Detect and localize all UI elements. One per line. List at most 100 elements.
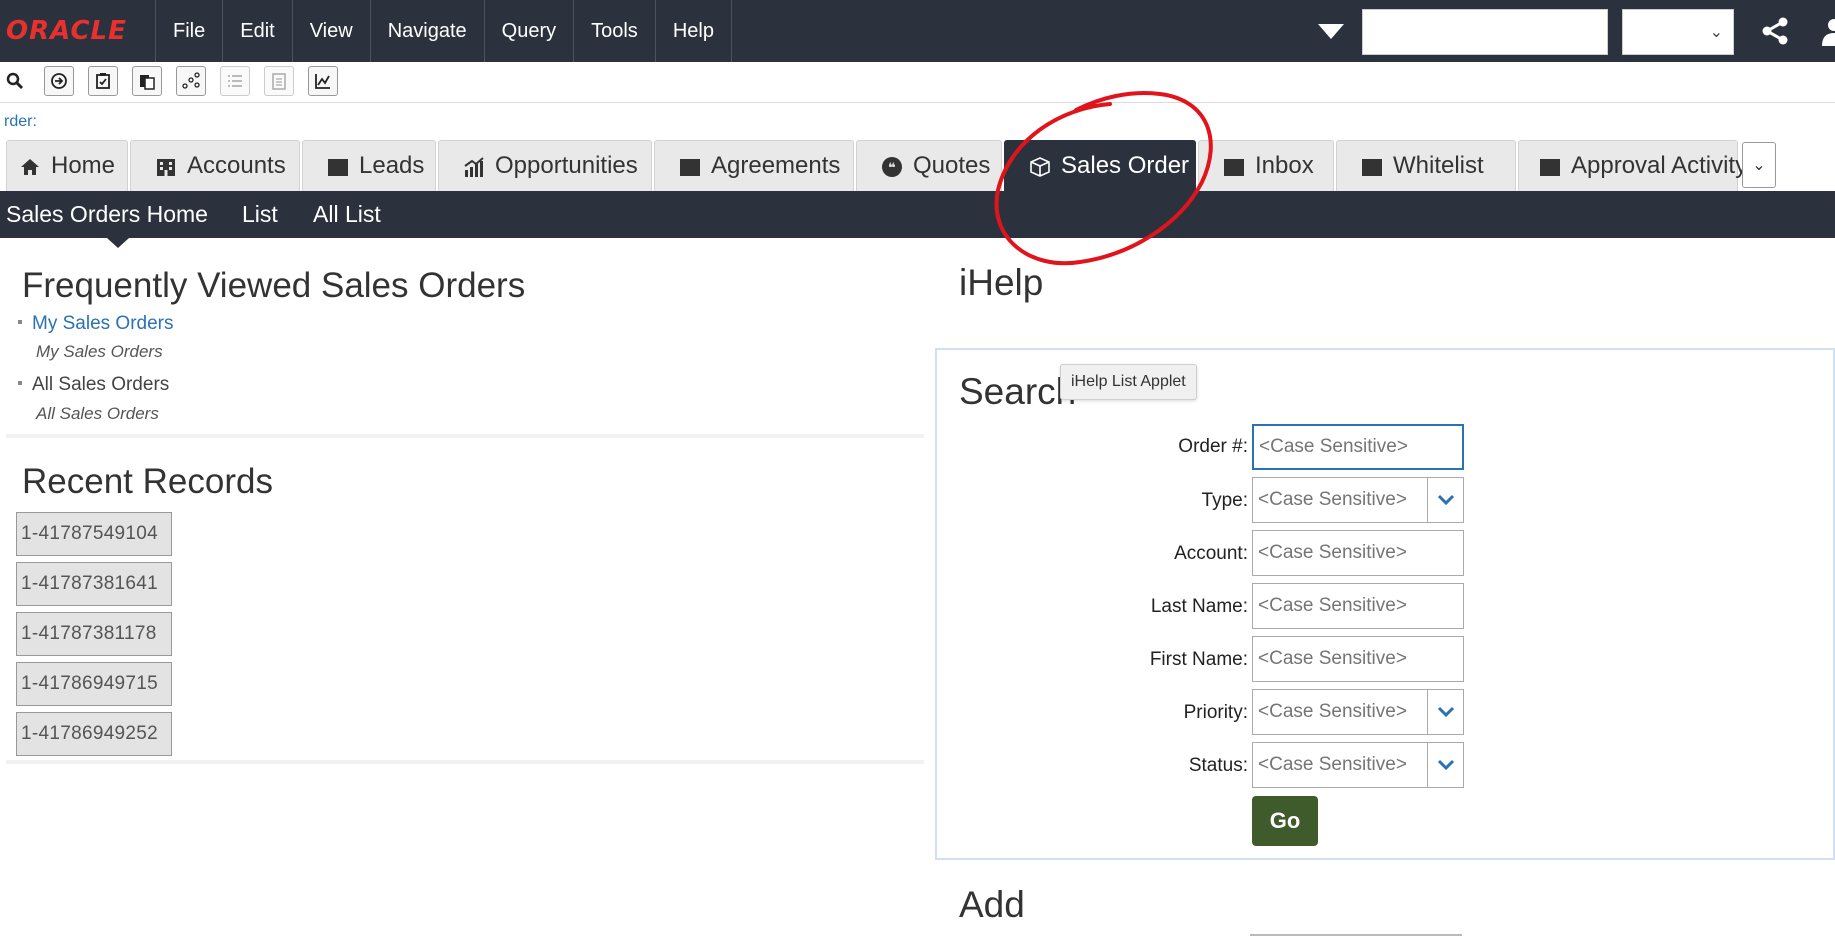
bullet-icon <box>18 380 22 385</box>
chevron-down-icon: ⌄ <box>1709 24 1723 41</box>
home-icon <box>19 156 41 176</box>
more-tabs-button[interactable]: ⌄ <box>1742 142 1776 188</box>
ihelp-title: iHelp <box>959 262 1044 303</box>
priority-input[interactable] <box>1252 689 1428 735</box>
tab-whitelist[interactable]: Whitelist <box>1336 140 1516 191</box>
type-dropdown-button[interactable] <box>1428 477 1464 523</box>
clipboard-icon <box>140 75 155 90</box>
quotes-icon: ❝ <box>881 156 903 177</box>
user-icon[interactable] <box>1822 16 1835 46</box>
fv-item-description: My Sales Orders <box>36 342 163 361</box>
recent-records-panel: Recent Records 1-41787549104 1-417873816… <box>6 442 924 764</box>
tab-inbox[interactable]: Inbox <box>1198 140 1334 191</box>
search-icon <box>6 72 24 90</box>
leads-icon <box>327 156 349 176</box>
tab-opportunities[interactable]: Opportunities <box>438 140 652 191</box>
toolbar-search-button[interactable] <box>0 66 30 96</box>
recent-record-button[interactable]: 1-41786949252 <box>16 712 172 756</box>
tab-quotes[interactable]: ❝ Quotes <box>856 140 1002 191</box>
agreements-icon <box>679 156 701 176</box>
dropdown-triangle-icon[interactable] <box>1318 24 1344 39</box>
tab-accounts[interactable]: Accounts <box>130 140 300 191</box>
breadcrumb[interactable]: rder: <box>4 113 37 131</box>
status-label: Status: <box>1188 755 1248 776</box>
menu-help[interactable]: Help <box>656 0 732 62</box>
recent-record-button[interactable]: 1-41786949715 <box>16 662 172 706</box>
toolbar-list-button[interactable] <box>220 66 250 96</box>
fv-item-description: All Sales Orders <box>36 404 159 423</box>
first-name-label: First Name: <box>1149 649 1248 670</box>
chevron-down-icon <box>1437 706 1454 718</box>
account-input[interactable] <box>1252 530 1464 576</box>
search-title: Search <box>959 371 1077 412</box>
menu-query[interactable]: Query <box>485 0 575 62</box>
menu-navigate[interactable]: Navigate <box>371 0 485 62</box>
tab-label: Accounts <box>187 152 286 179</box>
order-number-label: Order #: <box>1178 436 1248 457</box>
order-number-input[interactable] <box>1252 424 1464 470</box>
fv-item-label[interactable]: All Sales Orders <box>32 374 169 395</box>
toolbar-connections-button[interactable] <box>176 66 206 96</box>
search-scope-select[interactable]: ⌄ <box>1622 9 1734 55</box>
chevron-down-icon <box>1437 759 1454 771</box>
global-search-input[interactable] <box>1362 9 1608 55</box>
recent-record-button[interactable]: 1-41787381641 <box>16 562 172 606</box>
chart-icon <box>315 74 330 89</box>
sales-order-icon <box>1029 156 1051 177</box>
tab-label: Opportunities <box>495 152 638 179</box>
first-name-input[interactable] <box>1252 636 1464 682</box>
go-icon <box>51 73 67 89</box>
view-sales-orders-home[interactable]: Sales Orders Home <box>6 191 208 238</box>
toolbar-clipboard-button[interactable] <box>132 66 162 96</box>
tab-label: Agreements <box>711 152 841 179</box>
whitelist-icon <box>1361 156 1383 176</box>
tab-sales-order[interactable]: Sales Order <box>1004 140 1196 191</box>
share-icon[interactable] <box>1760 16 1790 46</box>
view-list[interactable]: List <box>242 191 278 238</box>
tab-leads[interactable]: Leads <box>302 140 436 191</box>
task-icon <box>96 73 110 89</box>
menu-view[interactable]: View <box>293 0 371 62</box>
oracle-logo: ORACLE <box>0 0 156 62</box>
bullet-icon <box>18 319 22 324</box>
list-item[interactable]: All Sales Orders <box>18 374 169 396</box>
tab-label: Sales Order <box>1061 152 1190 179</box>
toolbar-task-button[interactable] <box>88 66 118 96</box>
menu-file[interactable]: File <box>156 0 224 62</box>
document-icon <box>272 73 286 90</box>
status-input[interactable] <box>1252 742 1428 788</box>
recent-records-title: Recent Records <box>22 462 273 501</box>
list-icon <box>228 75 242 87</box>
fv-item-label[interactable]: My Sales Orders <box>32 313 173 334</box>
account-label: Account: <box>1174 543 1248 564</box>
approval-icon <box>1539 156 1561 176</box>
toolbar-go-button[interactable] <box>44 66 74 96</box>
toolbar-document-button[interactable] <box>264 66 294 96</box>
tab-agreements[interactable]: Agreements <box>654 140 854 191</box>
go-button[interactable]: Go <box>1252 796 1318 846</box>
tab-label: Quotes <box>913 152 991 179</box>
application-toolbar <box>0 62 1835 103</box>
menu-tools[interactable]: Tools <box>574 0 656 62</box>
recent-record-button[interactable]: 1-41787381178 <box>16 612 172 656</box>
tab-home[interactable]: Home <box>6 140 128 191</box>
view-all-list[interactable]: All List <box>313 191 381 238</box>
frequently-viewed-panel: Frequently Viewed Sales Orders My Sales … <box>6 248 924 438</box>
chevron-down-icon <box>1437 494 1454 506</box>
list-item[interactable]: My Sales Orders <box>18 313 173 335</box>
add-title: Add <box>959 884 1025 925</box>
last-name-input[interactable] <box>1252 583 1464 629</box>
add-field-edge <box>1250 934 1462 936</box>
menu-edit[interactable]: Edit <box>223 0 293 62</box>
status-dropdown-button[interactable] <box>1428 742 1464 788</box>
tab-approval-activity[interactable]: Approval Activity <box>1518 140 1747 191</box>
tab-label: Whitelist <box>1393 152 1484 179</box>
tab-label: Leads <box>359 152 425 179</box>
chevron-down-icon: ⌄ <box>1752 157 1766 174</box>
type-input[interactable] <box>1252 477 1428 523</box>
priority-dropdown-button[interactable] <box>1428 689 1464 735</box>
screen-tabs: Home Accounts Leads Opportunities Agreem… <box>0 138 1835 191</box>
toolbar-chart-button[interactable] <box>308 66 338 96</box>
active-view-indicator <box>107 238 129 248</box>
recent-record-button[interactable]: 1-41787549104 <box>16 512 172 556</box>
